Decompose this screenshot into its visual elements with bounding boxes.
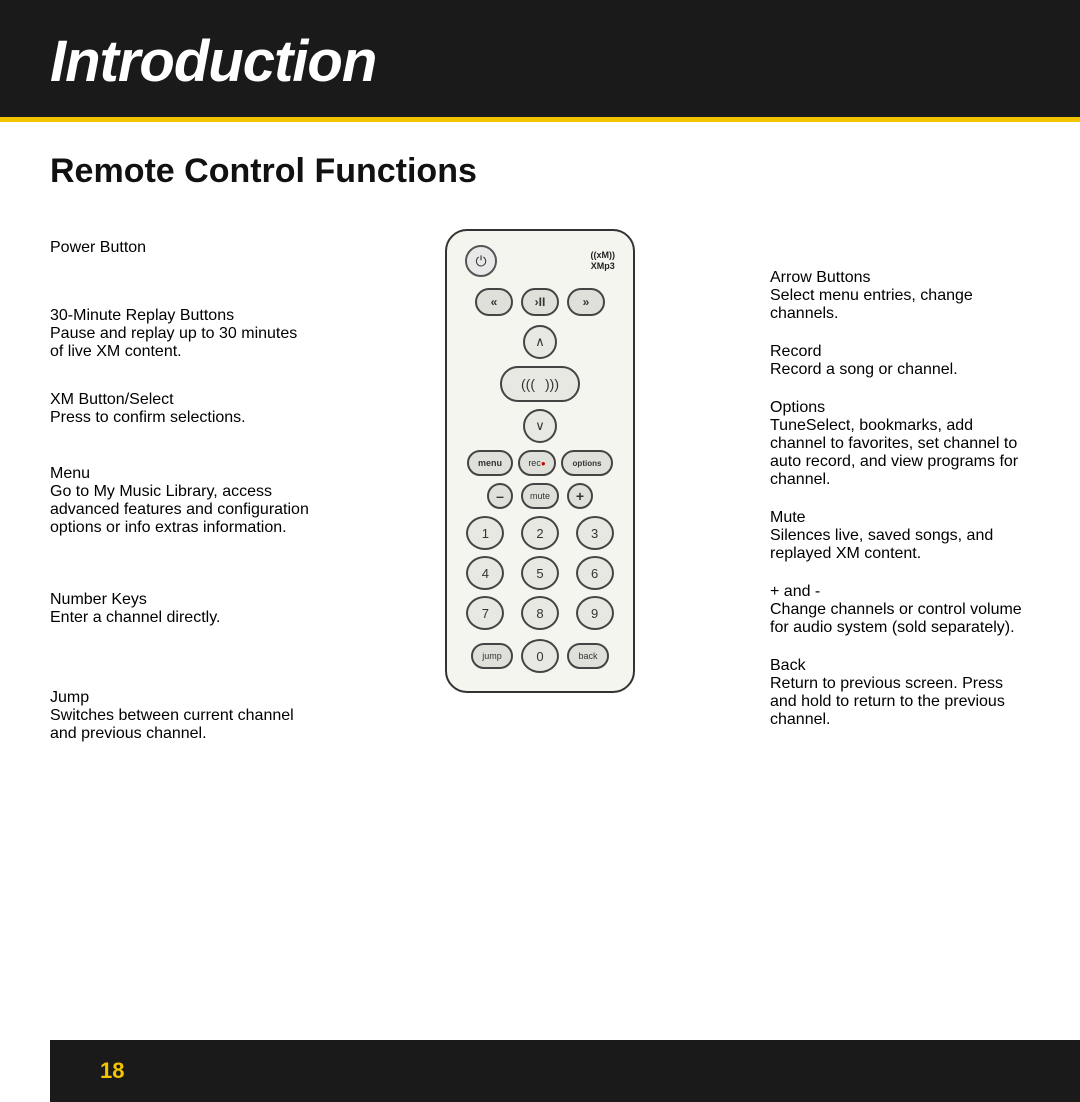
mute-title: Mute	[770, 509, 1030, 527]
remote-container: ⏻ ((xM)) XMp3 « ›II » ∧ ((( ))	[320, 219, 760, 693]
jump-title: Jump	[50, 689, 310, 707]
number-grid: 1 2 3 4 5 6 7 8 9	[461, 516, 619, 630]
right-labels: Arrow Buttons Select menu entries, chang…	[760, 219, 1030, 743]
label-record: Record Record a song or channel.	[770, 343, 1030, 379]
xm-select-button[interactable]: ((( )))	[500, 366, 580, 402]
power-button-title: Power Button	[50, 239, 310, 257]
xmp3-label: XMp3	[591, 261, 616, 272]
remote-top-row: ⏻ ((xM)) XMp3	[461, 245, 619, 277]
section-title: Remote Control Functions	[50, 152, 1030, 191]
jump-desc: Switches between current channel and pre…	[50, 707, 310, 743]
label-plus-minus: + and - Change channels or control volum…	[770, 583, 1030, 637]
key-7[interactable]: 7	[466, 596, 504, 630]
replay-title: 30-Minute Replay Buttons	[50, 307, 310, 325]
back-button[interactable]: back	[567, 643, 609, 669]
key-1[interactable]: 1	[466, 516, 504, 550]
replay-desc: Pause and replay up to 30 minutes of liv…	[50, 325, 310, 361]
key-6[interactable]: 6	[576, 556, 614, 590]
label-jump: Jump Switches between current channel an…	[50, 689, 310, 743]
left-labels: Power Button 30-Minute Replay Buttons Pa…	[50, 219, 320, 761]
xm-left-icon: (((	[521, 376, 535, 392]
power-button-widget[interactable]: ⏻	[465, 245, 497, 277]
arrow-desc: Select menu entries, change channels.	[770, 287, 1030, 323]
label-power-button: Power Button	[50, 239, 310, 257]
xm-logo: ((xM)) XMp3	[591, 250, 616, 272]
header: Introduction	[0, 0, 1080, 122]
fast-forward-button[interactable]: »	[567, 288, 605, 316]
mute-desc: Silences live, saved songs, and replayed…	[770, 527, 1030, 563]
play-pause-button[interactable]: ›II	[521, 288, 559, 316]
plus-minus-title: + and -	[770, 583, 1030, 601]
label-menu: Menu Go to My Music Library, access adva…	[50, 465, 310, 537]
number-keys-title: Number Keys	[50, 591, 310, 609]
label-xm-button: XM Button/Select Press to confirm select…	[50, 391, 310, 427]
options-desc: TuneSelect, bookmarks, add channel to fa…	[770, 417, 1030, 489]
menu-button[interactable]: menu	[467, 450, 513, 476]
rewind-button[interactable]: «	[475, 288, 513, 316]
transport-row: « ›II »	[475, 288, 605, 316]
menu-title: Menu	[50, 465, 310, 483]
xm-logo-text: ((xM))	[591, 250, 616, 261]
menu-desc: Go to My Music Library, access advanced …	[50, 483, 310, 537]
key-5[interactable]: 5	[521, 556, 559, 590]
remote-control: ⏻ ((xM)) XMp3 « ›II » ∧ ((( ))	[445, 229, 635, 693]
label-back: Back Return to previous screen. Press an…	[770, 657, 1030, 729]
minus-button[interactable]: –	[487, 483, 513, 509]
label-mute: Mute Silences live, saved songs, and rep…	[770, 509, 1030, 563]
key-3[interactable]: 3	[576, 516, 614, 550]
menu-row: menu rec● options	[467, 450, 613, 476]
footer: 18	[50, 1040, 1080, 1102]
back-desc: Return to previous screen. Press and hol…	[770, 675, 1030, 729]
mute-button[interactable]: mute	[521, 483, 559, 509]
number-keys-desc: Enter a channel directly.	[50, 609, 310, 627]
xm-desc: Press to confirm selections.	[50, 409, 310, 427]
label-number-keys: Number Keys Enter a channel directly.	[50, 591, 310, 627]
label-options: Options TuneSelect, bookmarks, add chann…	[770, 399, 1030, 489]
back-title: Back	[770, 657, 1030, 675]
jump-button[interactable]: jump	[471, 643, 513, 669]
plus-minus-desc: Change channels or control volume for au…	[770, 601, 1030, 637]
record-title: Record	[770, 343, 1030, 361]
down-arrow-button[interactable]: ∨	[523, 409, 557, 443]
rec-button[interactable]: rec●	[518, 450, 556, 476]
key-4[interactable]: 4	[466, 556, 504, 590]
key-0[interactable]: 0	[521, 639, 559, 673]
label-arrow-buttons: Arrow Buttons Select menu entries, chang…	[770, 269, 1030, 323]
key-8[interactable]: 8	[521, 596, 559, 630]
xm-right-icon: )))	[545, 376, 559, 392]
arrow-title: Arrow Buttons	[770, 269, 1030, 287]
bottom-row: jump 0 back	[471, 639, 609, 673]
main-layout: Power Button 30-Minute Replay Buttons Pa…	[50, 219, 1030, 761]
label-replay-buttons: 30-Minute Replay Buttons Pause and repla…	[50, 307, 310, 361]
up-arrow-button[interactable]: ∧	[523, 325, 557, 359]
record-desc: Record a song or channel.	[770, 361, 1030, 379]
key-2[interactable]: 2	[521, 516, 559, 550]
xm-title: XM Button/Select	[50, 391, 310, 409]
vol-row: – mute +	[487, 483, 593, 509]
plus-button[interactable]: +	[567, 483, 593, 509]
options-button[interactable]: options	[561, 450, 613, 476]
key-9[interactable]: 9	[576, 596, 614, 630]
options-title: Options	[770, 399, 1030, 417]
page-title: Introduction	[50, 28, 1030, 95]
content-area: Remote Control Functions Power Button 30…	[0, 122, 1080, 1102]
page-number: 18	[100, 1058, 124, 1084]
